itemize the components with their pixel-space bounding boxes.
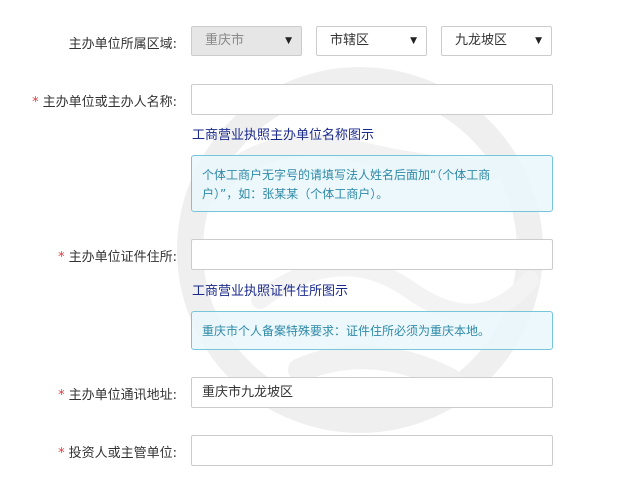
cert-address-tip: 重庆市个人备案特殊要求：证件住所必须为重庆本地。: [191, 311, 553, 350]
cert-address-row: * 主办单位证件住所: 工商营业执照证件住所图示 重庆市个人备案特殊要求：证件住所…: [0, 239, 621, 353]
chevron-down-icon: ▼: [535, 36, 542, 46]
chevron-down-icon: ▼: [410, 36, 417, 46]
required-mark: *: [32, 95, 39, 110]
cert-address-label-text: 主办单位证件住所:: [68, 250, 177, 265]
cert-address-example-link[interactable]: 工商营业执照证件住所图示: [192, 280, 348, 299]
cert-address-input[interactable]: [191, 239, 553, 270]
district-value: 九龙坡区: [455, 33, 508, 48]
sponsor-name-input[interactable]: [191, 84, 553, 115]
district-select[interactable]: 九龙坡区 ▼: [441, 26, 552, 56]
sponsor-name-label-text: 主办单位或主办人名称:: [42, 95, 177, 110]
mail-address-row: * 主办单位通讯地址: 重庆市九龙坡区: [0, 377, 621, 408]
required-mark: *: [58, 446, 65, 461]
investor-row: * 投资人或主管单位:: [0, 435, 621, 466]
sponsor-name-tip: 个体工商户无字号的请填写法人姓名后面加“（个体工商户）”，如：张某某（个体工商户…: [191, 155, 553, 212]
sponsor-name-example-link[interactable]: 工商营业执照主办单位名称图示: [192, 124, 374, 143]
investor-input[interactable]: [191, 435, 553, 466]
mail-address-input[interactable]: 重庆市九龙坡区: [191, 377, 553, 408]
province-select[interactable]: 重庆市 ▼: [191, 26, 302, 56]
cert-address-label: * 主办单位证件住所:: [58, 246, 177, 265]
sponsor-name-label: * 主办单位或主办人名称:: [32, 91, 177, 110]
mail-address-label: * 主办单位通讯地址:: [58, 384, 177, 403]
city-value: 市辖区: [330, 33, 370, 48]
mail-address-label-text: 主办单位通讯地址:: [68, 388, 177, 403]
required-mark: *: [58, 250, 65, 265]
required-mark: *: [58, 388, 65, 403]
region-row: 主办单位所属区域: 重庆市 ▼ 市辖区 ▼ 九龙坡区 ▼: [0, 26, 621, 57]
investor-label: * 投资人或主管单位:: [58, 442, 177, 461]
investor-label-text: 投资人或主管单位:: [68, 446, 177, 461]
chevron-down-icon: ▼: [285, 36, 292, 46]
province-value: 重庆市: [205, 33, 245, 48]
city-select[interactable]: 市辖区 ▼: [316, 26, 427, 56]
sponsor-name-row: * 主办单位或主办人名称: 工商营业执照主办单位名称图示 个体工商户无字号的请填写…: [0, 84, 621, 224]
region-label: 主办单位所属区域:: [68, 37, 177, 52]
